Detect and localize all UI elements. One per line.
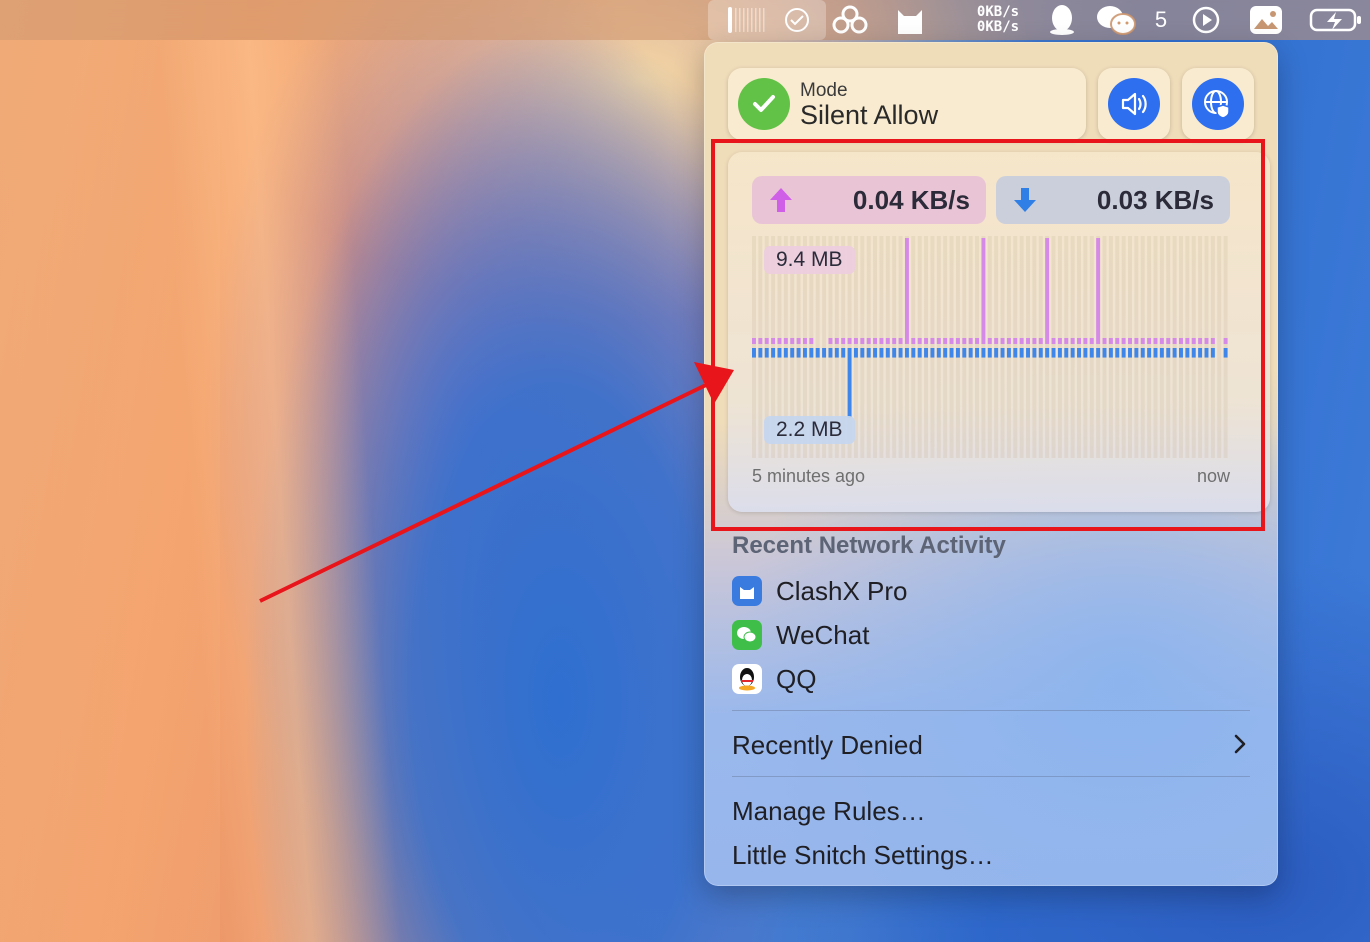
app-name: ClashX Pro <box>776 575 908 606</box>
menu-divider <box>732 710 1250 711</box>
wechat-icon[interactable] <box>1094 0 1138 40</box>
mode-selector[interactable]: Mode Silent Allow <box>728 68 1086 140</box>
globe-shield-icon <box>1204 90 1230 119</box>
manage-rules-item[interactable]: Manage Rules… <box>732 796 926 827</box>
badge-count[interactable]: 5 <box>1148 0 1174 40</box>
checkmark-icon <box>738 78 790 130</box>
app-name: WeChat <box>776 619 870 650</box>
network-speed-readout[interactable]: 0KB/s 0KB/s <box>966 0 1030 40</box>
play-icon[interactable] <box>1188 0 1224 40</box>
recent-app-clashx[interactable]: ClashX Pro <box>732 573 908 609</box>
qq-penguin-icon <box>732 664 762 694</box>
recent-activity-title: Recent Network Activity <box>732 532 1006 559</box>
menu-divider <box>732 776 1250 777</box>
little-snitch-menu-icon[interactable] <box>716 0 776 40</box>
wallpaper-streak <box>158 40 402 942</box>
mode-value: Silent Allow <box>800 100 939 130</box>
app-name: QQ <box>776 663 817 694</box>
clouds-icon[interactable] <box>828 0 872 40</box>
speaker-icon <box>1121 92 1147 116</box>
highlight-box <box>711 139 1265 531</box>
clashx-cat-icon <box>732 576 762 606</box>
wechat-icon <box>732 620 762 650</box>
alert-sound-button[interactable] <box>1098 68 1170 140</box>
recent-app-wechat[interactable]: WeChat <box>732 617 869 653</box>
battery-charging-icon <box>1308 0 1364 40</box>
upload-speed-text: 0KB/s <box>976 4 1020 20</box>
mode-label: Mode <box>800 80 848 101</box>
cat-icon[interactable] <box>890 0 930 40</box>
download-speed-text: 0KB/s <box>976 19 1020 35</box>
recently-denied-item[interactable]: Recently Denied <box>732 730 923 761</box>
settings-item[interactable]: Little Snitch Settings… <box>732 840 994 871</box>
qq-penguin-icon[interactable] <box>1044 0 1080 40</box>
menu-bar: 0KB/s 0KB/s 5 <box>0 0 1370 40</box>
check-circle-icon[interactable] <box>782 0 812 40</box>
network-filter-button[interactable] <box>1182 68 1254 140</box>
chevron-right-icon[interactable] <box>1232 732 1248 756</box>
wallpaper-streak <box>0 40 220 942</box>
photo-icon[interactable] <box>1246 0 1286 40</box>
recent-app-qq[interactable]: QQ <box>732 661 816 697</box>
